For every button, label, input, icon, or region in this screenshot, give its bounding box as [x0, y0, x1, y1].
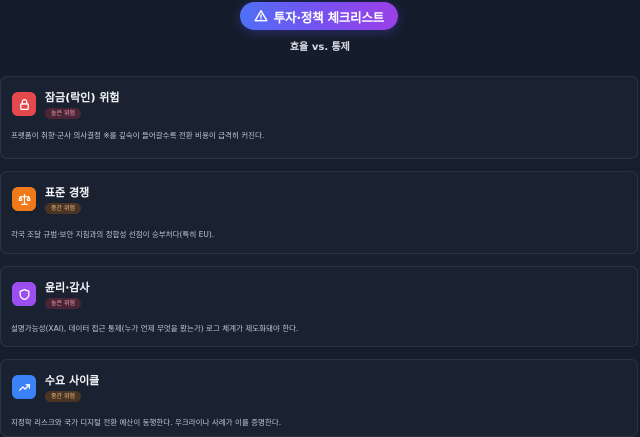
card-title: 잠금(락인) 위험	[45, 91, 120, 104]
header-title-pill: 투자·정책 체크리스트	[240, 2, 398, 30]
risk-badge: 중간 위험	[45, 203, 81, 214]
card-description: 프랫폼이 취향·군사 의사결정 ※를 깊숙이 들어갈수록 전환 비용이 급격히 …	[11, 131, 265, 140]
checklist-card-ethics: 윤리·감사 높은 위험 설명가능성(XAI), 데이터 접근 통제(누가 언제 …	[0, 266, 638, 347]
checklist-card-demand-cycle: 수요 사이클 중간 위험 지정학 리스크와 국가 디지털 전환 예산이 동행한다…	[0, 359, 638, 437]
page-title: 투자·정책 체크리스트	[273, 9, 385, 25]
checklist-card-lock-in: 잠금(락인) 위험 높은 위험 프랫폼이 취향·군사 의사결정 ※를 깊숙이 들…	[0, 76, 638, 159]
checklist-card-standards: 표준 경쟁 중간 위험 각국 조달 규범·보안 지침과의 정합성 선점이 승부처…	[0, 171, 638, 254]
card-icon-box	[12, 187, 36, 211]
page-subtitle: 효율 vs. 통제	[289, 42, 351, 53]
scale-icon	[17, 193, 31, 205]
warning-triangle-icon	[254, 10, 268, 22]
card-icon-box	[12, 92, 36, 116]
card-title: 윤리·감사	[45, 281, 90, 294]
card-title: 수요 사이클	[45, 374, 100, 387]
lock-icon	[19, 98, 29, 110]
card-description: 지정학 리스크와 국가 디지털 전환 예산이 동행한다. 우크라이나 사례가 이…	[11, 418, 282, 427]
card-title: 표준 경쟁	[45, 186, 90, 199]
card-description: 각국 조달 규범·보안 지침과의 정합성 선점이 승부처다(특히 EU).	[11, 230, 215, 239]
risk-badge: 높은 위험	[45, 108, 81, 119]
shield-icon	[19, 288, 29, 300]
card-icon-box	[12, 375, 36, 399]
trending-up-icon	[18, 383, 30, 391]
checklist-page: 투자·정책 체크리스트 효율 vs. 통제 잠금(락인) 위험 높은 위험 프랫…	[0, 0, 640, 437]
card-icon-box	[12, 282, 36, 306]
risk-badge: 중간 위험	[45, 391, 81, 402]
card-description: 설명가능성(XAI), 데이터 접근 통제(누가 언제 무엇을 봤는가) 로그 …	[11, 324, 299, 333]
risk-badge: 높은 위험	[45, 298, 81, 309]
